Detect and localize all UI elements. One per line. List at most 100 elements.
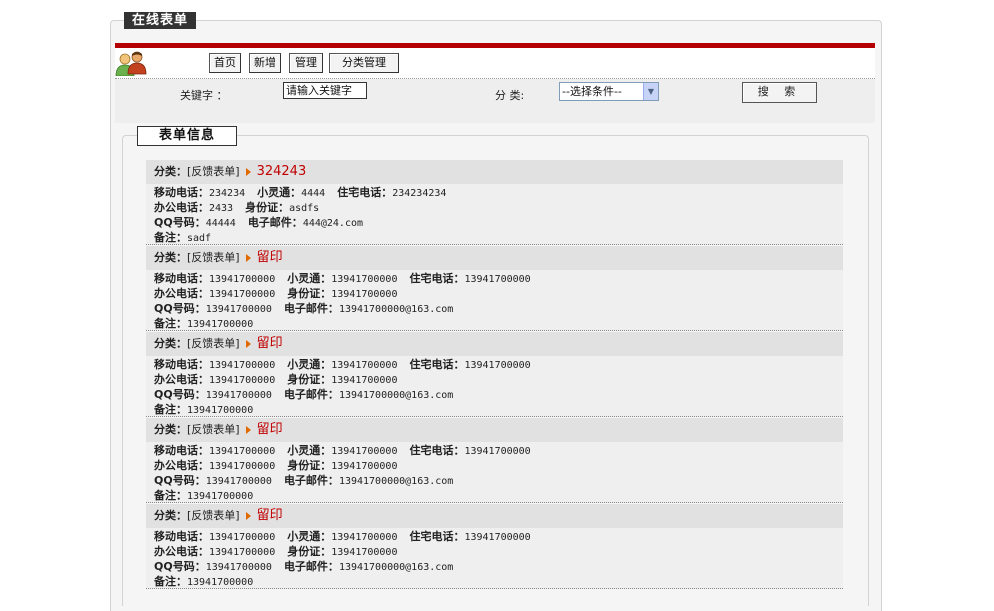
- remark-value: 13941700000: [187, 577, 254, 588]
- qq-label: QQ号码：: [154, 474, 206, 487]
- id-card-value: asdfs: [289, 203, 320, 214]
- record-title-link[interactable]: 324243: [257, 164, 307, 179]
- arrow-right-icon: [245, 340, 251, 348]
- mobile-label: 移动电话：: [154, 358, 209, 371]
- category-select[interactable]: --选择条件-- ▼: [559, 82, 659, 101]
- home-phone-value: 13941700000: [464, 360, 531, 371]
- record-category: [反馈表单]: [187, 337, 240, 350]
- home-phone-value: 13941700000: [464, 532, 531, 543]
- home-phone-value: 234234234: [392, 188, 447, 199]
- phs-value: 13941700000: [331, 360, 398, 371]
- record-title-link[interactable]: 留印: [257, 250, 283, 265]
- record-category: [反馈表单]: [187, 251, 240, 264]
- home-phone-label: 住宅电话：: [409, 358, 465, 371]
- record-category: [反馈表单]: [187, 509, 240, 522]
- record-details: 移动电话：13941700000 小灵通：13941700000 住宅电话：1394…: [146, 528, 843, 590]
- qq-label: QQ号码：: [154, 560, 206, 573]
- category-manage-button[interactable]: 分类管理: [329, 53, 399, 73]
- record-header: 分类：[反馈表单] 留印: [146, 418, 843, 442]
- id-card-value: 13941700000: [331, 375, 398, 386]
- office-phone-label: 办公电话：: [154, 287, 209, 300]
- office-phone-label: 办公电话：: [154, 373, 209, 386]
- office-phone-value: 13941700000: [209, 547, 276, 558]
- mobile-value: 13941700000: [209, 360, 276, 371]
- manage-button[interactable]: 管理: [289, 53, 323, 73]
- record-details: 移动电话：13941700000 小灵通：13941700000 住宅电话：1394…: [146, 356, 843, 418]
- list-item: 分类：[反馈表单] 留印 移动电话：13941700000 小灵通：139417000…: [146, 332, 843, 417]
- home-phone-value: 13941700000: [464, 446, 531, 457]
- record-details: 移动电话：13941700000 小灵通：13941700000 住宅电话：1394…: [146, 442, 843, 504]
- qq-label: QQ号码：: [154, 216, 206, 229]
- id-card-label: 身份证：: [287, 373, 332, 386]
- list-item: 分类：[反馈表单] 留印移动电话：13941700000 小灵通：139417000…: [146, 504, 843, 589]
- qq-value: 44444: [205, 218, 236, 229]
- arrow-right-icon: [245, 512, 251, 520]
- home-button[interactable]: 首页: [209, 53, 241, 73]
- arrow-right-icon: [245, 254, 251, 262]
- id-card-value: 13941700000: [331, 289, 398, 300]
- qq-value: 13941700000: [205, 476, 272, 487]
- id-card-label: 身份证：: [287, 287, 332, 300]
- mobile-label: 移动电话：: [154, 186, 209, 199]
- home-phone-label: 住宅电话：: [337, 186, 393, 199]
- remark-label: 备注：: [154, 575, 187, 588]
- phs-label: 小灵通：: [287, 444, 332, 457]
- nav-toolbar: 首页 新增 管理 分类管理: [115, 48, 875, 79]
- phs-value: 4444: [301, 188, 326, 199]
- email-label: 电子邮件：: [283, 302, 339, 315]
- email-value: 13941700000@163.com: [338, 304, 454, 315]
- home-phone-label: 住宅电话：: [409, 530, 465, 543]
- id-card-label: 身份证：: [245, 201, 290, 214]
- email-label: 电子邮件：: [283, 474, 339, 487]
- id-card-value: 13941700000: [331, 461, 398, 472]
- phs-value: 13941700000: [331, 446, 398, 457]
- phs-label: 小灵通：: [287, 272, 332, 285]
- category-label: 分类：: [154, 423, 187, 436]
- list-item: 分类：[反馈表单] 324243 移动电话：234234 小灵通：4444 住宅电话：2…: [146, 160, 843, 245]
- phs-value: 13941700000: [331, 532, 398, 543]
- mobile-value: 13941700000: [209, 274, 276, 285]
- keyword-input[interactable]: 请输入关键字: [283, 82, 367, 99]
- record-header: 分类：[反馈表单] 留印: [146, 504, 843, 528]
- phs-value: 13941700000: [331, 274, 398, 285]
- remark-label: 备注：: [154, 231, 187, 244]
- email-value: 13941700000@163.com: [338, 476, 454, 487]
- record-details: 移动电话：13941700000 小灵通：13941700000 住宅电话：1394…: [146, 270, 843, 332]
- users-icon: [115, 51, 147, 76]
- chevron-down-icon[interactable]: ▼: [643, 83, 658, 100]
- record-category: [反馈表单]: [187, 165, 240, 178]
- record-header: 分类：[反馈表单] 留印: [146, 332, 843, 356]
- office-phone-label: 办公电话：: [154, 201, 209, 214]
- record-details: 移动电话：234234 小灵通：4444 住宅电话：234234234 办公电话：24…: [146, 184, 843, 246]
- add-button[interactable]: 新增: [249, 53, 281, 73]
- home-phone-value: 13941700000: [464, 274, 531, 285]
- qq-label: QQ号码：: [154, 388, 206, 401]
- mobile-value: 13941700000: [209, 446, 276, 457]
- arrow-right-icon: [245, 168, 251, 176]
- record-header: 分类：[反馈表单] 留印: [146, 246, 843, 270]
- office-phone-label: 办公电话：: [154, 545, 209, 558]
- home-phone-label: 住宅电话：: [409, 444, 465, 457]
- page-title: 在线表单: [124, 12, 197, 29]
- category-label: 分类：: [154, 509, 187, 522]
- mobile-label: 移动电话：: [154, 272, 209, 285]
- record-title-link[interactable]: 留印: [257, 508, 283, 523]
- remark-label: 备注：: [154, 489, 187, 502]
- mobile-label: 移动电话：: [154, 530, 209, 543]
- remark-label: 备注：: [154, 317, 187, 330]
- search-button[interactable]: 搜 索: [742, 82, 817, 103]
- category-label: 分类：: [154, 165, 187, 178]
- search-bar: 关键字 ： 请输入关键字 分 类: --选择条件-- ▼ 搜 索: [115, 79, 875, 123]
- category-label: 分类：: [154, 251, 187, 264]
- mobile-label: 移动电话：: [154, 444, 209, 457]
- email-value: 13941700000@163.com: [338, 390, 454, 401]
- mobile-value: 13941700000: [209, 532, 276, 543]
- arrow-right-icon: [245, 426, 251, 434]
- record-title-link[interactable]: 留印: [257, 422, 283, 437]
- home-phone-label: 住宅电话：: [409, 272, 465, 285]
- office-phone-value: 13941700000: [209, 289, 276, 300]
- remark-value: 13941700000: [187, 491, 254, 502]
- office-phone-value: 2433: [209, 203, 234, 214]
- record-title-link[interactable]: 留印: [257, 336, 283, 351]
- phs-label: 小灵通：: [257, 186, 302, 199]
